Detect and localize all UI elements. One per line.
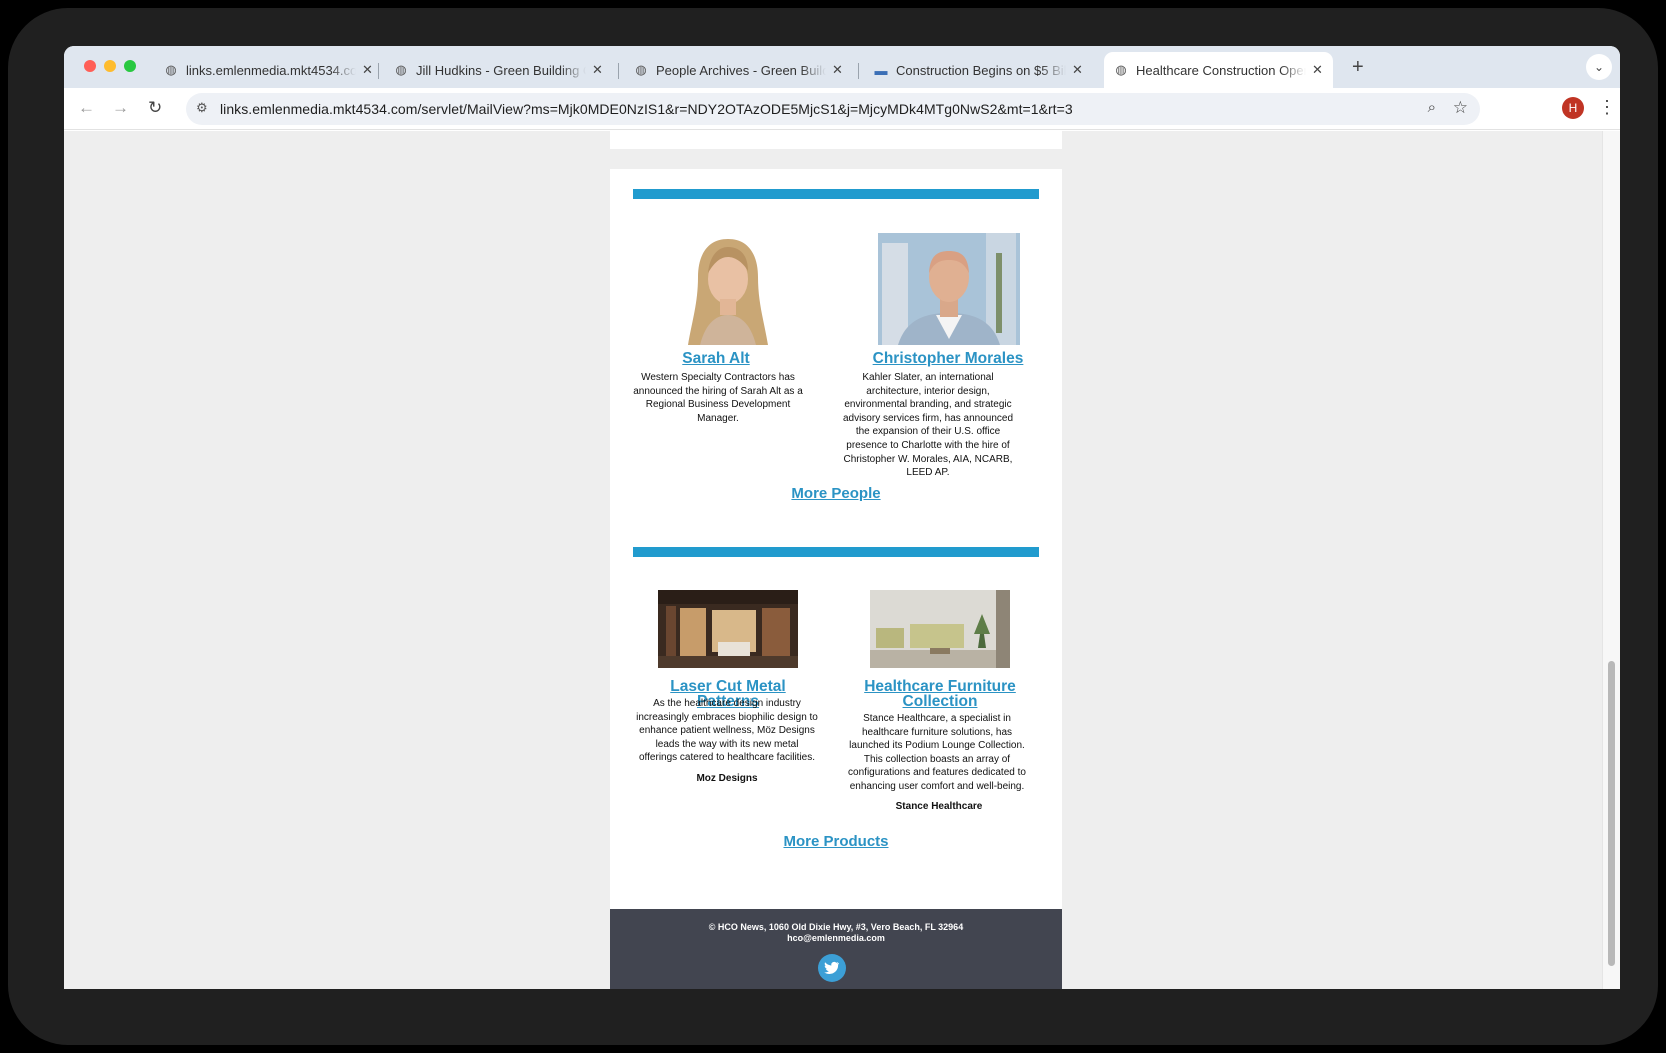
portrait-image — [878, 233, 1020, 345]
favicon-site-icon: ▬ — [874, 62, 888, 78]
section-divider — [633, 547, 1039, 557]
reload-icon[interactable]: ↻ — [148, 98, 162, 118]
close-icon[interactable]: ✕ — [1072, 62, 1083, 78]
product-description: As the healthcare design industry increa… — [636, 698, 818, 764]
close-icon[interactable]: ✕ — [832, 62, 843, 78]
tab-5-active[interactable]: ◍ Healthcare Construction Operations ✕ — [1104, 52, 1333, 88]
globe-icon: ◍ — [395, 62, 407, 77]
new-tab-button[interactable]: + — [1352, 56, 1364, 79]
portrait-image — [678, 233, 778, 345]
profile-avatar[interactable]: H — [1562, 97, 1584, 119]
tab-title: Construction Begins on $5 Billion — [896, 62, 1066, 78]
tab-title: Jill Hudkins - Green Building Consultant — [416, 62, 586, 78]
footer-email-link[interactable]: hco@emlenmedia.com — [610, 933, 1062, 944]
email-content-card: Sarah Alt Western Specialty Contractors … — [610, 169, 1062, 909]
product-image — [870, 590, 1010, 668]
screen-frame: ◍ links.emlenmedia.mkt4534.com ✕ ◍ Jill … — [8, 8, 1658, 1045]
window-controls — [84, 60, 136, 72]
tab-title: People Archives - Green Building — [656, 62, 826, 78]
browser-toolbar: ← → ↻ ⚙ links.emlenmedia.mkt4534.com/ser… — [64, 88, 1620, 130]
tab-divider — [858, 63, 859, 79]
product-company: Stance Healthcare — [895, 801, 983, 812]
scrollbar-thumb[interactable] — [1608, 661, 1615, 966]
section-divider — [633, 189, 1039, 199]
tab-2[interactable]: ◍ Jill Hudkins - Green Building Consulta… — [384, 52, 613, 88]
twitter-icon[interactable] — [818, 954, 846, 982]
url-text[interactable]: links.emlenmedia.mkt4534.com/servlet/Mai… — [220, 101, 1073, 117]
globe-icon: ◍ — [1115, 62, 1127, 77]
close-icon[interactable]: ✕ — [1312, 62, 1323, 78]
back-arrow-icon[interactable]: ← — [78, 98, 95, 118]
site-settings-icon[interactable]: ⚙ — [196, 100, 208, 116]
maximize-window-button[interactable] — [124, 60, 136, 72]
previous-section-card — [610, 131, 1062, 149]
email-footer: © HCO News, 1060 Old Dixie Hwy, #3, Vero… — [610, 909, 1062, 989]
person-name-link[interactable]: Sarah Alt — [624, 351, 808, 367]
zoom-icon[interactable]: ⌕ — [1428, 99, 1436, 116]
product-image — [658, 590, 798, 668]
tab-1[interactable]: ◍ links.emlenmedia.mkt4534.com ✕ — [154, 52, 383, 88]
minimize-window-button[interactable] — [104, 60, 116, 72]
twitter-bird-icon — [824, 961, 839, 974]
tab-divider — [378, 63, 379, 79]
tab-4[interactable]: ▬ Construction Begins on $5 Billion ✕ — [864, 52, 1093, 88]
person-description: Western Specialty Contractors has announ… — [633, 372, 803, 424]
footer-address: © HCO News, 1060 Old Dixie Hwy, #3, Vero… — [708, 922, 964, 932]
laser-cut-metal-patterns-image[interactable] — [658, 590, 798, 668]
more-products-link[interactable]: More Products — [610, 833, 1062, 850]
tab-divider — [618, 63, 619, 79]
browser-window: ◍ links.emlenmedia.mkt4534.com ✕ ◍ Jill … — [64, 46, 1620, 989]
close-icon[interactable]: ✕ — [592, 62, 603, 78]
address-bar[interactable]: ⚙ links.emlenmedia.mkt4534.com/servlet/M… — [186, 93, 1480, 125]
christopher-morales-photo[interactable] — [878, 233, 1020, 345]
sarah-alt-photo[interactable] — [678, 233, 778, 345]
tab-strip: ◍ links.emlenmedia.mkt4534.com ✕ ◍ Jill … — [64, 46, 1620, 88]
person-description: Kahler Slater, an international architec… — [842, 372, 1014, 479]
healthcare-furniture-collection-image[interactable] — [870, 590, 1010, 668]
globe-icon: ◍ — [165, 62, 177, 77]
person-name-link[interactable]: Christopher Morales — [856, 351, 1040, 367]
product-name-link[interactable]: Healthcare Furniture Collection — [850, 679, 1030, 710]
tab-3[interactable]: ◍ People Archives - Green Building ✕ — [624, 52, 853, 88]
close-window-button[interactable] — [84, 60, 96, 72]
tab-title: links.emlenmedia.mkt4534.com — [186, 62, 356, 78]
forward-arrow-icon[interactable]: → — [112, 98, 129, 118]
vertical-scrollbar[interactable] — [1602, 131, 1620, 989]
page-viewport: Sarah Alt Western Specialty Contractors … — [64, 131, 1620, 989]
globe-icon: ◍ — [635, 62, 647, 77]
product-description: Stance Healthcare, a specialist in healt… — [848, 713, 1026, 792]
more-people-link[interactable]: More People — [610, 485, 1062, 502]
bookmark-star-icon[interactable]: ☆ — [1453, 98, 1468, 118]
more-menu-icon[interactable]: ⋮ — [1598, 97, 1616, 118]
close-icon[interactable]: ✕ — [362, 62, 373, 78]
tab-search-button[interactable]: ⌄ — [1586, 54, 1612, 80]
tab-title: Healthcare Construction Operations — [1136, 62, 1306, 78]
product-company: Moz Designs — [696, 773, 758, 784]
